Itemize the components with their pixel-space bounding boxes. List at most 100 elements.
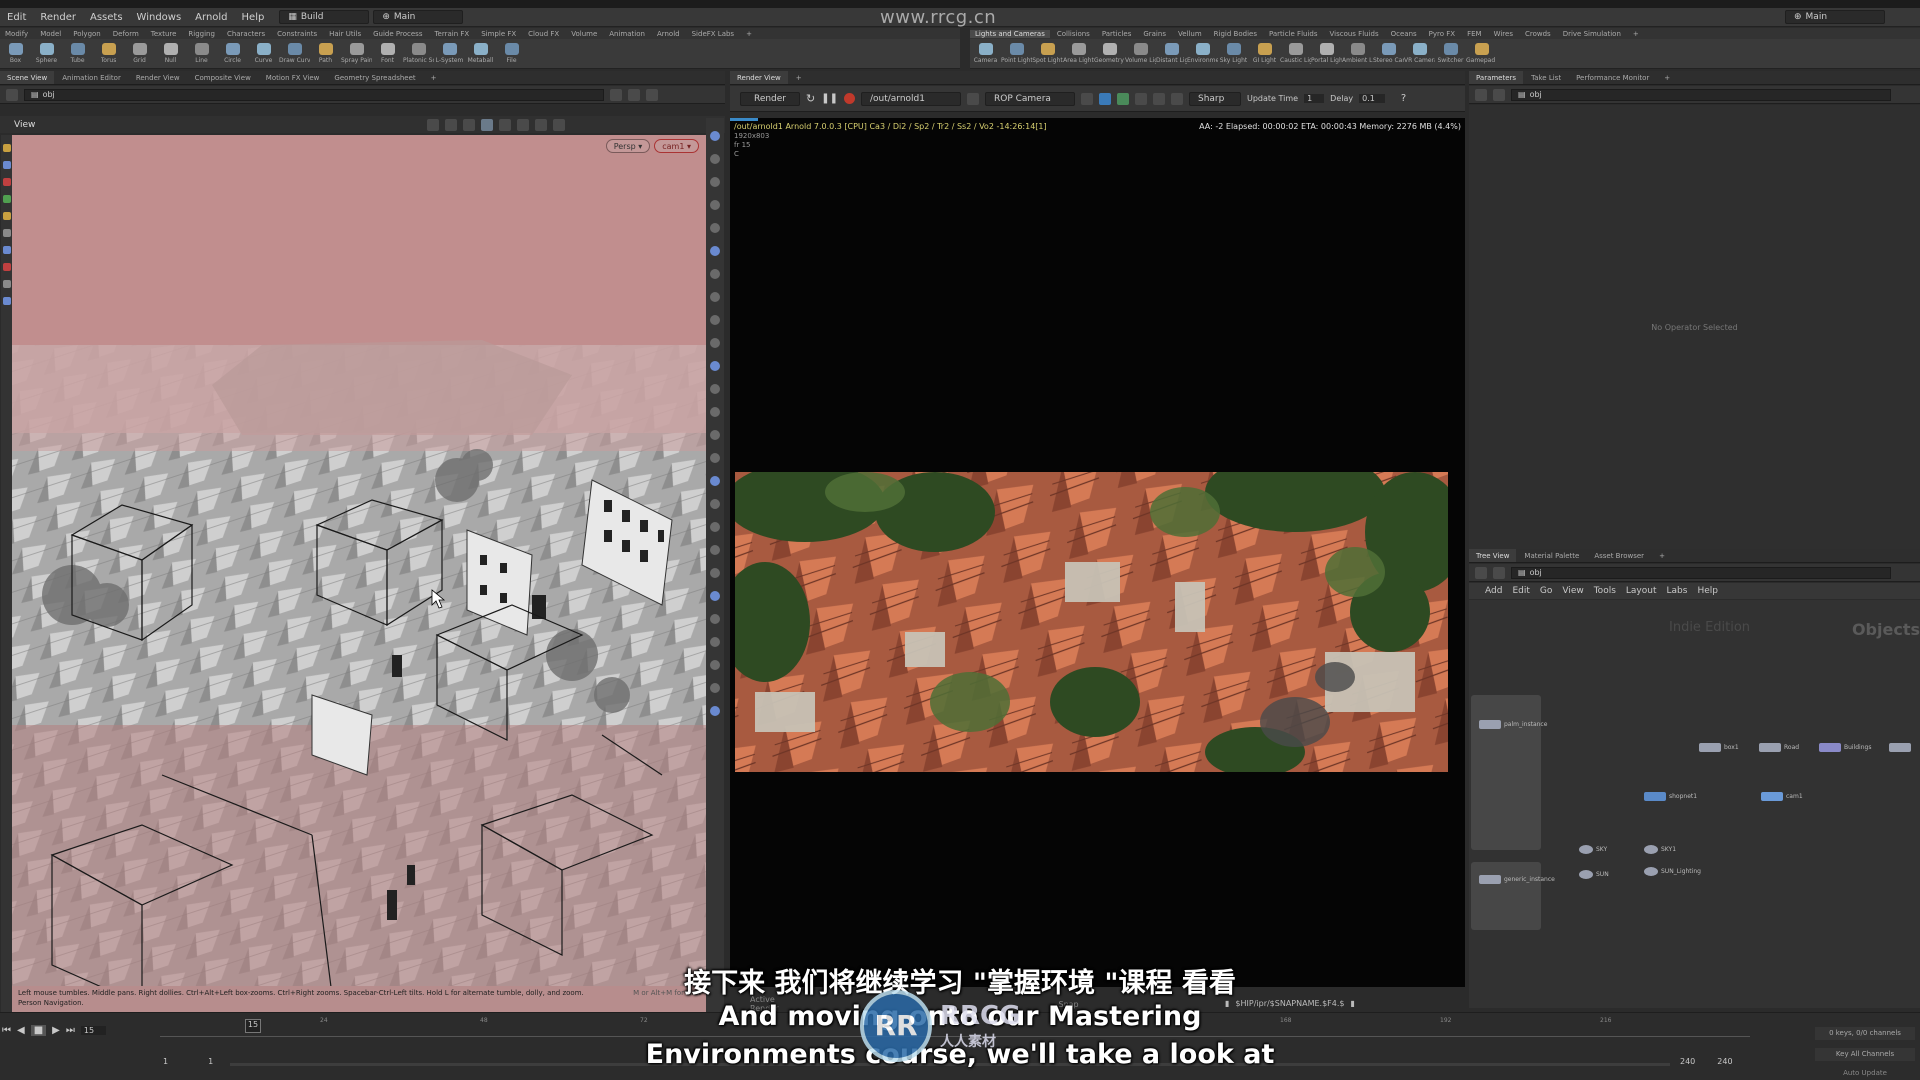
- rop-path-dropdown[interactable]: /out/arnold1: [860, 91, 961, 106]
- node-palm-instance[interactable]: palm_instance: [1479, 720, 1547, 729]
- node-box1[interactable]: box1: [1699, 743, 1739, 752]
- menu-view[interactable]: View: [1562, 586, 1583, 596]
- node-cam1[interactable]: cam1: [1761, 792, 1803, 801]
- color-icon[interactable]: [1170, 92, 1183, 105]
- node-extra[interactable]: [1889, 743, 1911, 752]
- menu-edit[interactable]: Edit: [2, 12, 31, 23]
- persp-menu-button[interactable]: Persp ▾: [605, 139, 651, 153]
- tool-platonic-solids[interactable]: Platonic Solids: [403, 39, 434, 68]
- tool-ambient-light[interactable]: Ambient Light: [1342, 39, 1373, 68]
- menu-tools[interactable]: Tools: [1594, 586, 1616, 596]
- shelf-tab-vellum[interactable]: Vellum: [1173, 30, 1207, 38]
- shelf-tab-viscous-fluids[interactable]: Viscous Fluids: [1325, 30, 1384, 38]
- shelf-tab-pyro-fx[interactable]: Pyro FX: [1424, 30, 1460, 38]
- viewport-tool-2-icon[interactable]: [2, 178, 11, 186]
- stop-icon[interactable]: [843, 93, 855, 104]
- display-option-0-icon[interactable]: [710, 131, 720, 141]
- tool-vr-camera[interactable]: VR Camera: [1404, 39, 1435, 68]
- tool-circle[interactable]: Circle: [217, 39, 248, 68]
- tab-performance-monitor[interactable]: Performance Monitor: [1569, 71, 1656, 84]
- display-option-21-icon[interactable]: [710, 614, 720, 624]
- display-option-17-icon[interactable]: [710, 522, 720, 532]
- delay-field[interactable]: 0.1: [1359, 94, 1385, 103]
- display-option-6-icon[interactable]: [710, 269, 720, 279]
- viewport-tool-3-icon[interactable]: [2, 195, 11, 203]
- display-option-18-icon[interactable]: [710, 545, 720, 555]
- tool-box[interactable]: Box: [0, 39, 31, 68]
- node-buildings[interactable]: Buildings: [1819, 743, 1871, 752]
- pin-icon[interactable]: [610, 88, 622, 101]
- shelf-tab-grains[interactable]: Grains: [1138, 30, 1171, 38]
- shelf-tab-rigid-bodies[interactable]: Rigid Bodies: [1209, 30, 1262, 38]
- tool-camera[interactable]: Camera: [970, 39, 1001, 68]
- help-icon[interactable]: ?: [1401, 93, 1406, 104]
- select-tool-icon[interactable]: [427, 118, 439, 131]
- screenshot-icon[interactable]: [553, 118, 565, 131]
- tab-tree-view[interactable]: Tree View: [1469, 549, 1517, 562]
- tool-volume-light[interactable]: Volume Light: [1125, 39, 1156, 68]
- shelf-tab-sidefx-labs[interactable]: SideFX Labs: [687, 30, 739, 38]
- add-tab-icon[interactable]: +: [741, 30, 757, 38]
- shelf-tab-rigging[interactable]: Rigging: [183, 30, 220, 38]
- rotate-tool-icon[interactable]: [463, 118, 475, 131]
- display-option-13-icon[interactable]: [710, 430, 720, 440]
- camera-dropdown[interactable]: ROP Camera: [984, 91, 1075, 106]
- pause-icon[interactable]: ❚❚: [821, 93, 838, 104]
- link-icon[interactable]: [628, 88, 640, 101]
- tool-gamepad-camera[interactable]: Gamepad Camera: [1466, 39, 1497, 68]
- menu-windows[interactable]: Windows: [132, 12, 187, 23]
- shelf-tab-texture[interactable]: Texture: [146, 30, 182, 38]
- tab-render-view[interactable]: Render View: [129, 71, 187, 84]
- tool-font[interactable]: Font: [372, 39, 403, 68]
- shelf-tab-constraints[interactable]: Constraints: [272, 30, 322, 38]
- tool-spot-light[interactable]: Spot Light: [1032, 39, 1063, 68]
- tool-sky-light[interactable]: Sky Light: [1218, 39, 1249, 68]
- shelf-tab-model[interactable]: Model: [35, 30, 66, 38]
- scene-viewport[interactable]: Persp ▾ cam1 ▾: [12, 135, 707, 1010]
- network-box-1[interactable]: [1471, 695, 1541, 850]
- tool-sphere[interactable]: Sphere: [31, 39, 62, 68]
- tab-material-palette[interactable]: Material Palette: [1517, 549, 1586, 562]
- display-option-5-icon[interactable]: [710, 246, 720, 256]
- shelf-tab-volume[interactable]: Volume: [566, 30, 602, 38]
- shelf-tab-particle-fluids[interactable]: Particle Fluids: [1264, 30, 1323, 38]
- display-option-20-icon[interactable]: [710, 591, 720, 601]
- snapshot-icon[interactable]: [1080, 92, 1093, 105]
- display-option-1-icon[interactable]: [710, 154, 720, 164]
- shelf-tab-particles[interactable]: Particles: [1097, 30, 1137, 38]
- tool-draw-curve[interactable]: Draw Curve: [279, 39, 310, 68]
- shelf-tab-wires[interactable]: Wires: [1489, 30, 1518, 38]
- display-option-19-icon[interactable]: [710, 568, 720, 578]
- viewport-tool-5-icon[interactable]: [2, 229, 11, 237]
- menu-render[interactable]: Render: [35, 12, 81, 23]
- transform-tool-icon[interactable]: [445, 118, 457, 131]
- tab-animation-editor[interactable]: Animation Editor: [55, 71, 128, 84]
- display-icon[interactable]: [499, 118, 511, 131]
- shelf-tab-simple-fx[interactable]: Simple FX: [476, 30, 521, 38]
- menu-add[interactable]: Add: [1485, 586, 1502, 596]
- menu-help[interactable]: Help: [237, 12, 270, 23]
- tab-parameters[interactable]: Parameters: [1469, 71, 1524, 84]
- update-time-field[interactable]: 1: [1304, 94, 1325, 103]
- display-option-25-icon[interactable]: [710, 706, 720, 716]
- tool-file[interactable]: File: [496, 39, 527, 68]
- tool-torus[interactable]: Torus: [93, 39, 124, 68]
- tool-portal-light[interactable]: Portal Light: [1311, 39, 1342, 68]
- pick-icon[interactable]: [1134, 92, 1147, 105]
- display-option-16-icon[interactable]: [710, 499, 720, 509]
- back-arrow-icon[interactable]: [1475, 566, 1487, 579]
- viewport-tool-9-icon[interactable]: [2, 297, 11, 305]
- viewport-tool-7-icon[interactable]: [2, 263, 11, 271]
- tool-metaball[interactable]: Metaball: [465, 39, 496, 68]
- shelf-tab-cloud-fx[interactable]: Cloud FX: [523, 30, 564, 38]
- tool-spray-paint[interactable]: Spray Paint: [341, 39, 372, 68]
- shelf-tab-hair-utils[interactable]: Hair Utils: [324, 30, 366, 38]
- display-option-24-icon[interactable]: [710, 683, 720, 693]
- network-box-2[interactable]: [1471, 862, 1541, 930]
- display-option-3-icon[interactable]: [710, 200, 720, 210]
- forward-arrow-icon[interactable]: [1493, 566, 1505, 579]
- node-sun[interactable]: SUN: [1579, 870, 1609, 879]
- add-tab-icon[interactable]: +: [789, 71, 809, 84]
- display-option-22-icon[interactable]: [710, 637, 720, 647]
- shelf-tab-modify[interactable]: Modify: [0, 30, 33, 38]
